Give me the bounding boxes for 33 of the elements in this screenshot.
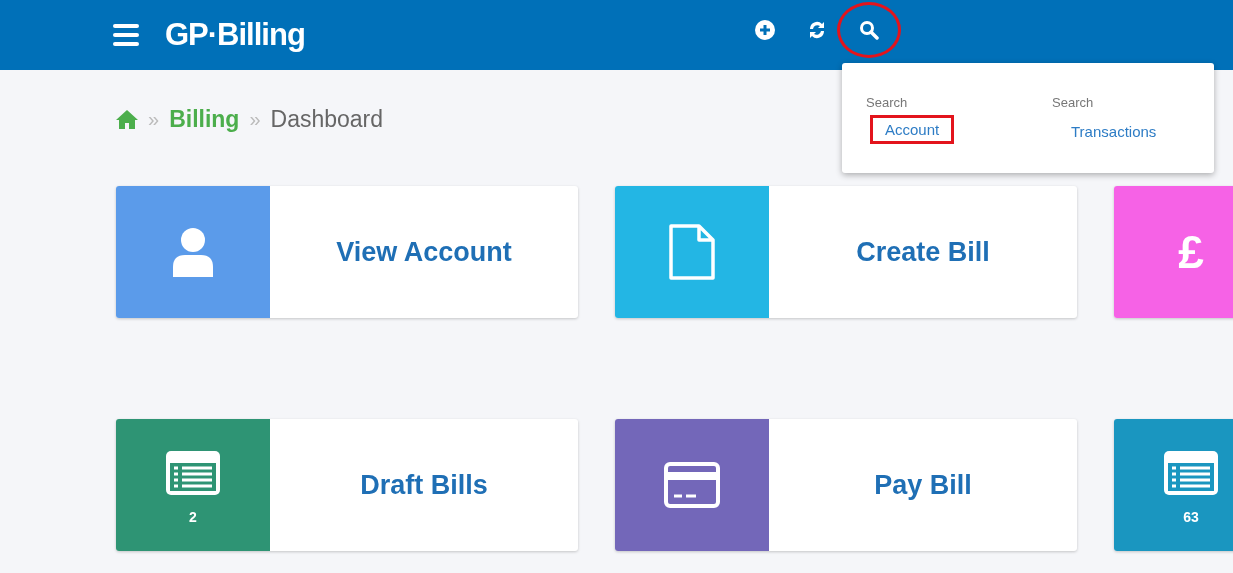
list-icon	[1164, 451, 1218, 495]
dashboard-tile[interactable]: Create Bill	[615, 186, 1077, 318]
tile-label: Pay Bill	[873, 468, 973, 502]
user-icon	[171, 227, 215, 277]
home-icon[interactable]	[116, 109, 138, 129]
dashboard-tile[interactable]: View Account	[116, 186, 578, 318]
dashboard-tile[interactable]: 2 Draft Bills	[116, 419, 578, 551]
menu-heading: Search	[866, 95, 909, 110]
dashboard-tile[interactable]: Pay Bill	[615, 419, 1077, 551]
search-icon	[859, 20, 879, 40]
menu-icon[interactable]	[113, 24, 139, 46]
menu-link[interactable]: Account	[873, 118, 952, 141]
menu-heading: Search	[1052, 95, 1095, 110]
breadcrumb-current: Dashboard	[270, 105, 384, 133]
tile-label: Draft Bills	[359, 468, 489, 502]
dashboard-tile[interactable]: £	[1114, 186, 1233, 318]
logo: GP·Billing	[165, 17, 305, 53]
dashboard-tile[interactable]: 63	[1114, 419, 1233, 551]
file-icon	[669, 224, 715, 280]
tile-count: 63	[1183, 509, 1199, 525]
tile-label: Create Bill	[855, 235, 991, 269]
search-button[interactable]	[837, 2, 901, 58]
tile-label: View Account	[335, 235, 513, 269]
list-icon	[166, 451, 220, 495]
menu-link[interactable]: Transactions	[1071, 121, 1157, 142]
breadcrumb-link[interactable]: Billing	[169, 105, 240, 133]
plus-icon	[755, 20, 775, 40]
breadcrumb-separator: »	[148, 107, 160, 131]
pound-icon: £	[1178, 229, 1204, 275]
sync-icon	[807, 20, 827, 40]
card-icon	[664, 462, 720, 508]
tile-count: 2	[189, 509, 197, 525]
breadcrumb-separator: »	[249, 107, 261, 131]
